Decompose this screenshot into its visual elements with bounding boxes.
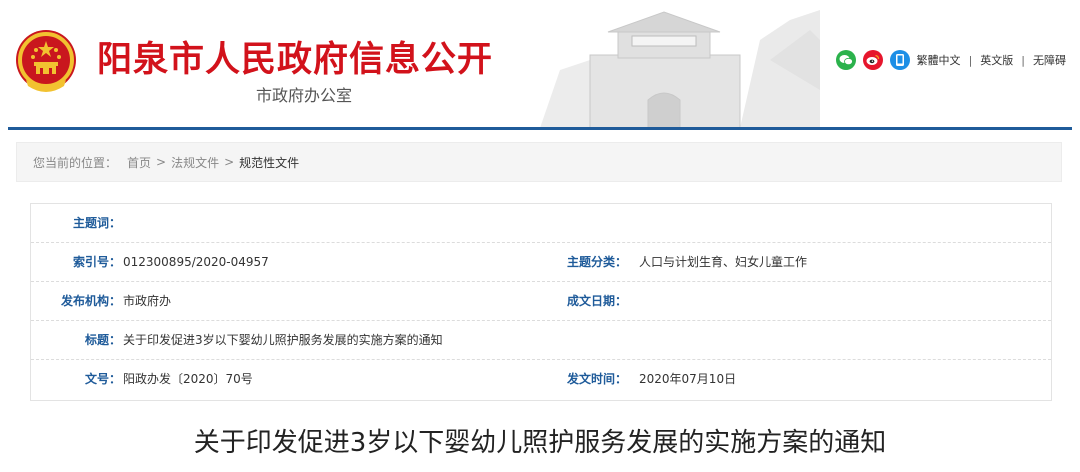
meta-row-subject-words: 主题词： bbox=[31, 204, 1051, 243]
breadcrumb-lead: 您当前的位置： bbox=[33, 155, 118, 170]
weibo-icon[interactable] bbox=[862, 50, 883, 70]
site-title[interactable]: 阳泉市人民政府信息公开 bbox=[97, 40, 493, 80]
breadcrumb: 您当前的位置： 首页 > 法规文件 > 规范性文件 bbox=[16, 142, 1062, 182]
header-divider bbox=[8, 127, 1072, 130]
doc-title-label: 标题： bbox=[84, 333, 121, 347]
doc-title-value: 关于印发促进3岁以下婴幼儿照护服务发展的实施方案的通知 bbox=[123, 333, 443, 347]
breadcrumb-regulations[interactable]: 法规文件 bbox=[171, 154, 219, 171]
breadcrumb-separator: > bbox=[156, 155, 167, 169]
publish-time-value: 2020年07月10日 bbox=[639, 372, 737, 386]
mobile-glyph bbox=[895, 54, 904, 66]
subject-words-label: 主题词： bbox=[72, 216, 121, 230]
national-emblem-icon bbox=[16, 30, 76, 92]
breadcrumb-current[interactable]: 规范性文件 bbox=[239, 154, 299, 171]
meta-row-index: 索引号： 012300895/2020-04957 主题分类： 人口与计划生育、… bbox=[31, 243, 1051, 282]
issuer-label: 发布机构： bbox=[60, 294, 121, 308]
meta-row-issuer: 发布机构： 市政府办 成文日期： bbox=[31, 282, 1051, 321]
issuer-value: 市政府办 bbox=[123, 294, 172, 308]
wechat-glyph bbox=[839, 55, 853, 66]
index-no-value: 012300895/2020-04957 bbox=[123, 255, 269, 269]
publish-time-label: 发文时间： bbox=[567, 372, 628, 386]
wechat-icon[interactable] bbox=[835, 50, 856, 70]
meta-row-doc-number: 文号： 阳政办发〔2020〕70号 发文时间： 2020年07月10日 bbox=[31, 360, 1051, 399]
doc-number-label: 文号： bbox=[84, 372, 121, 386]
english-version-link[interactable]: 英文版 bbox=[980, 52, 1013, 68]
meta-row-title: 标题： 关于印发促进3岁以下婴幼儿照护服务发展的实施方案的通知 bbox=[31, 321, 1051, 360]
mobile-app-icon[interactable] bbox=[889, 50, 910, 70]
breadcrumb-home[interactable]: 首页 bbox=[127, 154, 151, 171]
city-gate-illustration bbox=[540, 10, 820, 128]
traditional-chinese-link[interactable]: 繁體中文 bbox=[917, 52, 961, 68]
document-meta-table: 主题词： 索引号： 012300895/2020-04957 主题分类： 人口与… bbox=[30, 203, 1052, 401]
written-date-label: 成文日期： bbox=[567, 294, 628, 308]
index-no-label: 索引号： bbox=[72, 255, 121, 269]
site-header: 阳泉市人民政府信息公开 市政府办公室 繁體中文 | 英文版 | 无障碍 bbox=[0, 0, 1080, 128]
tool-separator: | bbox=[1021, 53, 1025, 67]
tool-separator: | bbox=[968, 53, 973, 67]
doc-number-value: 阳政办发〔2020〕70号 bbox=[123, 372, 253, 386]
document-title: 关于印发促进3岁以下婴幼儿照护服务发展的实施方案的通知 bbox=[193, 428, 887, 458]
header-tools: 繁體中文 | 英文版 | 无障碍 bbox=[835, 48, 1066, 72]
topic-category-value: 人口与计划生育、妇女儿童工作 bbox=[639, 255, 808, 269]
breadcrumb-separator: > bbox=[224, 155, 235, 169]
accessibility-link[interactable]: 无障碍 bbox=[1033, 52, 1066, 68]
topic-category-label: 主题分类： bbox=[567, 255, 628, 269]
site-subtitle: 市政府办公室 bbox=[256, 86, 353, 105]
weibo-glyph bbox=[866, 54, 879, 65]
